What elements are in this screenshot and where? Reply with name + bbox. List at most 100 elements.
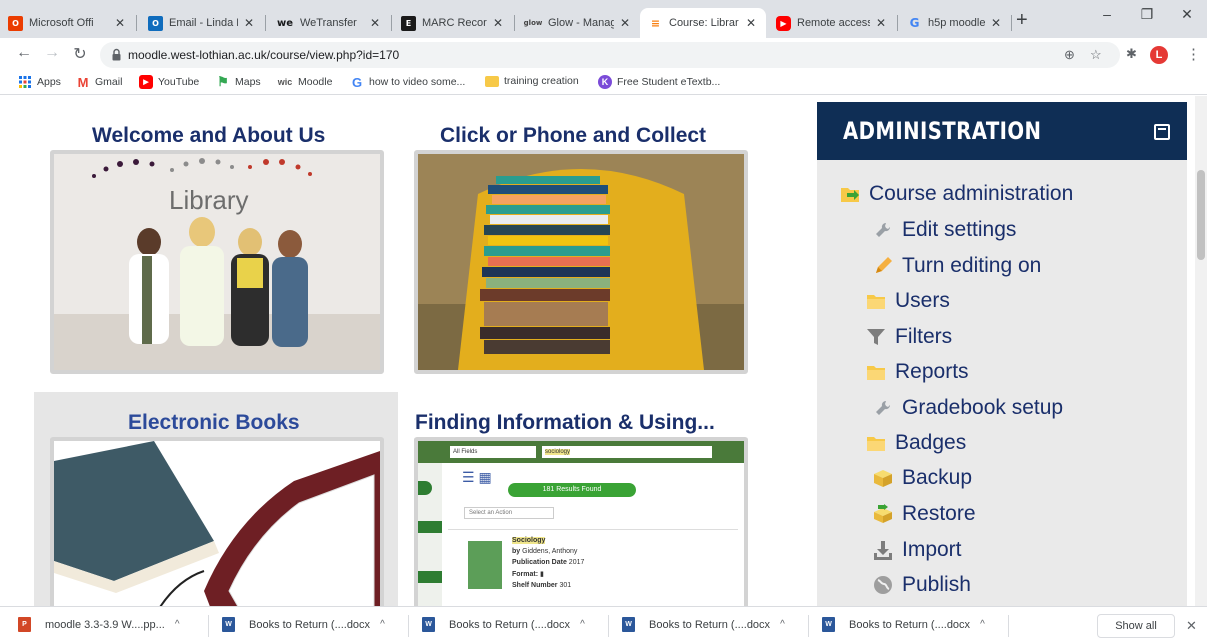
word-file-icon: W: [822, 617, 835, 632]
address-bar[interactable]: moodle.west-lothian.ac.uk/course/view.ph…: [100, 42, 1120, 68]
chevron-up-icon[interactable]: ^: [980, 619, 985, 630]
show-all-downloads-button[interactable]: Show all: [1097, 614, 1175, 638]
download-item-books-to-return-1[interactable]: W Books to Return (....docx ^: [222, 617, 385, 632]
scrollbar-thumb[interactable]: [1197, 170, 1205, 260]
google-icon: G: [351, 74, 363, 90]
bookmark-how-to-video[interactable]: G how to video some...: [350, 74, 465, 90]
new-tab-button[interactable]: +: [1016, 10, 1028, 30]
bookmark-free-student-etextbooks[interactable]: K Free Student eTextb...: [598, 75, 720, 89]
download-item-books-to-return-3[interactable]: W Books to Return (....docx ^: [622, 617, 785, 632]
close-icon[interactable]: ✕: [618, 16, 632, 30]
kebab-menu-icon[interactable]: ⋮: [1186, 45, 1201, 63]
close-icon[interactable]: ✕: [368, 16, 382, 30]
bookmark-gmail[interactable]: M Gmail: [76, 75, 123, 90]
tile-title-finding-information[interactable]: Finding Information & Using...: [415, 411, 715, 435]
youtube-icon: ▶: [139, 75, 153, 89]
word-file-icon: W: [622, 617, 635, 632]
admin-turn-editing-on[interactable]: Turn editing on: [872, 254, 1041, 278]
admin-badges[interactable]: Badges: [865, 431, 966, 455]
restore-button[interactable]: ❐: [1127, 6, 1167, 22]
tab-course-library[interactable]: ≡ Course: Librar ✕: [640, 8, 766, 38]
filter-icon: [867, 329, 885, 345]
download-bar: P moodle 3.3-3.9 W....pp... ^ W Books to…: [0, 606, 1207, 644]
glow-icon: glow: [523, 19, 543, 27]
close-download-bar-icon[interactable]: ✕: [1186, 618, 1197, 634]
word-file-icon: W: [222, 617, 235, 632]
word-file-icon: W: [422, 617, 435, 632]
marc-icon: E: [401, 15, 416, 31]
collapse-block-icon[interactable]: [1154, 124, 1170, 140]
admin-users[interactable]: Users: [865, 289, 950, 313]
download-item-books-to-return-2[interactable]: W Books to Return (....docx ^: [422, 617, 585, 632]
extensions-puzzle-icon[interactable]: ✱: [1126, 46, 1137, 62]
tab-remote-access[interactable]: ▶ Remote access ✕: [768, 8, 896, 38]
back-arrow-icon[interactable]: ←: [14, 44, 34, 62]
import-icon: [874, 541, 892, 560]
google-icon: G: [909, 16, 920, 30]
apps-grid-icon: [19, 76, 31, 88]
admin-restore[interactable]: Restore: [872, 502, 976, 526]
tab-microsoft-office[interactable]: O Microsoft Offi ✕: [0, 8, 135, 38]
admin-publish[interactable]: Publish: [872, 573, 971, 597]
window-close-button[interactable]: ✕: [1167, 6, 1207, 22]
bookmark-maps[interactable]: ⚑ Maps: [216, 74, 261, 89]
powerpoint-file-icon: P: [18, 617, 31, 632]
backup-box-icon: [874, 470, 892, 487]
administration-title: ADMINISTRATION: [843, 117, 1042, 145]
minimize-button[interactable]: –: [1087, 6, 1127, 22]
admin-filters[interactable]: Filters: [865, 325, 952, 349]
close-icon[interactable]: ✕: [113, 16, 127, 30]
tab-marc-records[interactable]: E MARC Records ✕: [393, 8, 513, 38]
close-icon[interactable]: ✕: [744, 16, 758, 30]
tile-title-welcome[interactable]: Welcome and About Us: [92, 124, 325, 148]
tile-title-electronic-books[interactable]: Electronic Books: [128, 411, 300, 435]
svg-text:Library: Library: [169, 185, 248, 215]
admin-gradebook-setup[interactable]: Gradebook setup: [872, 396, 1063, 420]
download-item-books-to-return-4[interactable]: W Books to Return (....docx ^: [822, 617, 985, 632]
folder-icon: [867, 295, 885, 309]
bookmarks-bar: Apps M Gmail ▶ YouTube ⚑ Maps wic Moodle…: [0, 71, 1207, 95]
folder-open-arrow-icon: [841, 188, 859, 202]
office-icon: O: [8, 15, 23, 31]
tab-strip: O Microsoft Offi ✕ O Email - Linda H ✕ w…: [0, 0, 1207, 38]
close-icon[interactable]: ✕: [491, 16, 505, 30]
bookmark-moodle[interactable]: wic Moodle: [277, 75, 333, 89]
bookmark-training-creation[interactable]: training creation: [485, 75, 579, 87]
library-staff-photo[interactable]: Library: [50, 150, 384, 374]
tab-glow[interactable]: glow Glow - Manag ✕: [516, 8, 640, 38]
folder-icon: [867, 437, 885, 451]
profile-avatar[interactable]: L: [1150, 46, 1168, 64]
library-catalogue-screenshot[interactable]: All Fields sociology ☰ ▦ 181 Results Fou…: [414, 437, 748, 606]
admin-backup[interactable]: Backup: [872, 466, 972, 490]
admin-course-administration[interactable]: Course administration: [839, 182, 1073, 206]
zoom-icon[interactable]: ⊕: [1064, 47, 1075, 63]
admin-edit-settings[interactable]: Edit settings: [872, 218, 1016, 242]
bookmark-apps[interactable]: Apps: [18, 75, 61, 89]
stack-of-books-photo[interactable]: [414, 150, 748, 374]
tab-wetransfer[interactable]: we WeTransfer ✕: [268, 8, 390, 38]
chevron-up-icon[interactable]: ^: [580, 619, 585, 630]
restore-box-icon: [874, 504, 892, 523]
tab-h5p-moodle[interactable]: G h5p moodle - ✕: [899, 8, 1011, 38]
maps-icon: ⚑: [217, 74, 229, 89]
page-scrollbar[interactable]: [1195, 96, 1207, 606]
administration-header: ADMINISTRATION: [817, 102, 1187, 160]
admin-reports[interactable]: Reports: [865, 360, 969, 384]
reload-icon[interactable]: ↻: [70, 44, 90, 64]
browser-toolbar: ← → ↻ moodle.west-lothian.ac.uk/course/v…: [0, 38, 1207, 71]
star-icon[interactable]: ☆: [1090, 47, 1102, 63]
chevron-up-icon[interactable]: ^: [380, 619, 385, 630]
bookmark-youtube[interactable]: ▶ YouTube: [139, 75, 199, 89]
close-icon[interactable]: ✕: [989, 16, 1003, 30]
close-icon[interactable]: ✕: [874, 16, 888, 30]
tile-title-click-and-collect[interactable]: Click or Phone and Collect: [440, 124, 706, 148]
chevron-up-icon[interactable]: ^: [780, 619, 785, 630]
tab-email[interactable]: O Email - Linda H ✕: [140, 8, 264, 38]
admin-import[interactable]: Import: [872, 538, 962, 562]
chevron-up-icon[interactable]: ^: [175, 619, 180, 630]
forward-arrow-icon[interactable]: →: [42, 44, 62, 62]
download-item-moodle-ppt[interactable]: P moodle 3.3-3.9 W....pp... ^: [18, 617, 180, 632]
k-icon: K: [598, 75, 612, 89]
close-icon[interactable]: ✕: [242, 16, 256, 30]
ebook-reader-photo[interactable]: [50, 437, 384, 606]
